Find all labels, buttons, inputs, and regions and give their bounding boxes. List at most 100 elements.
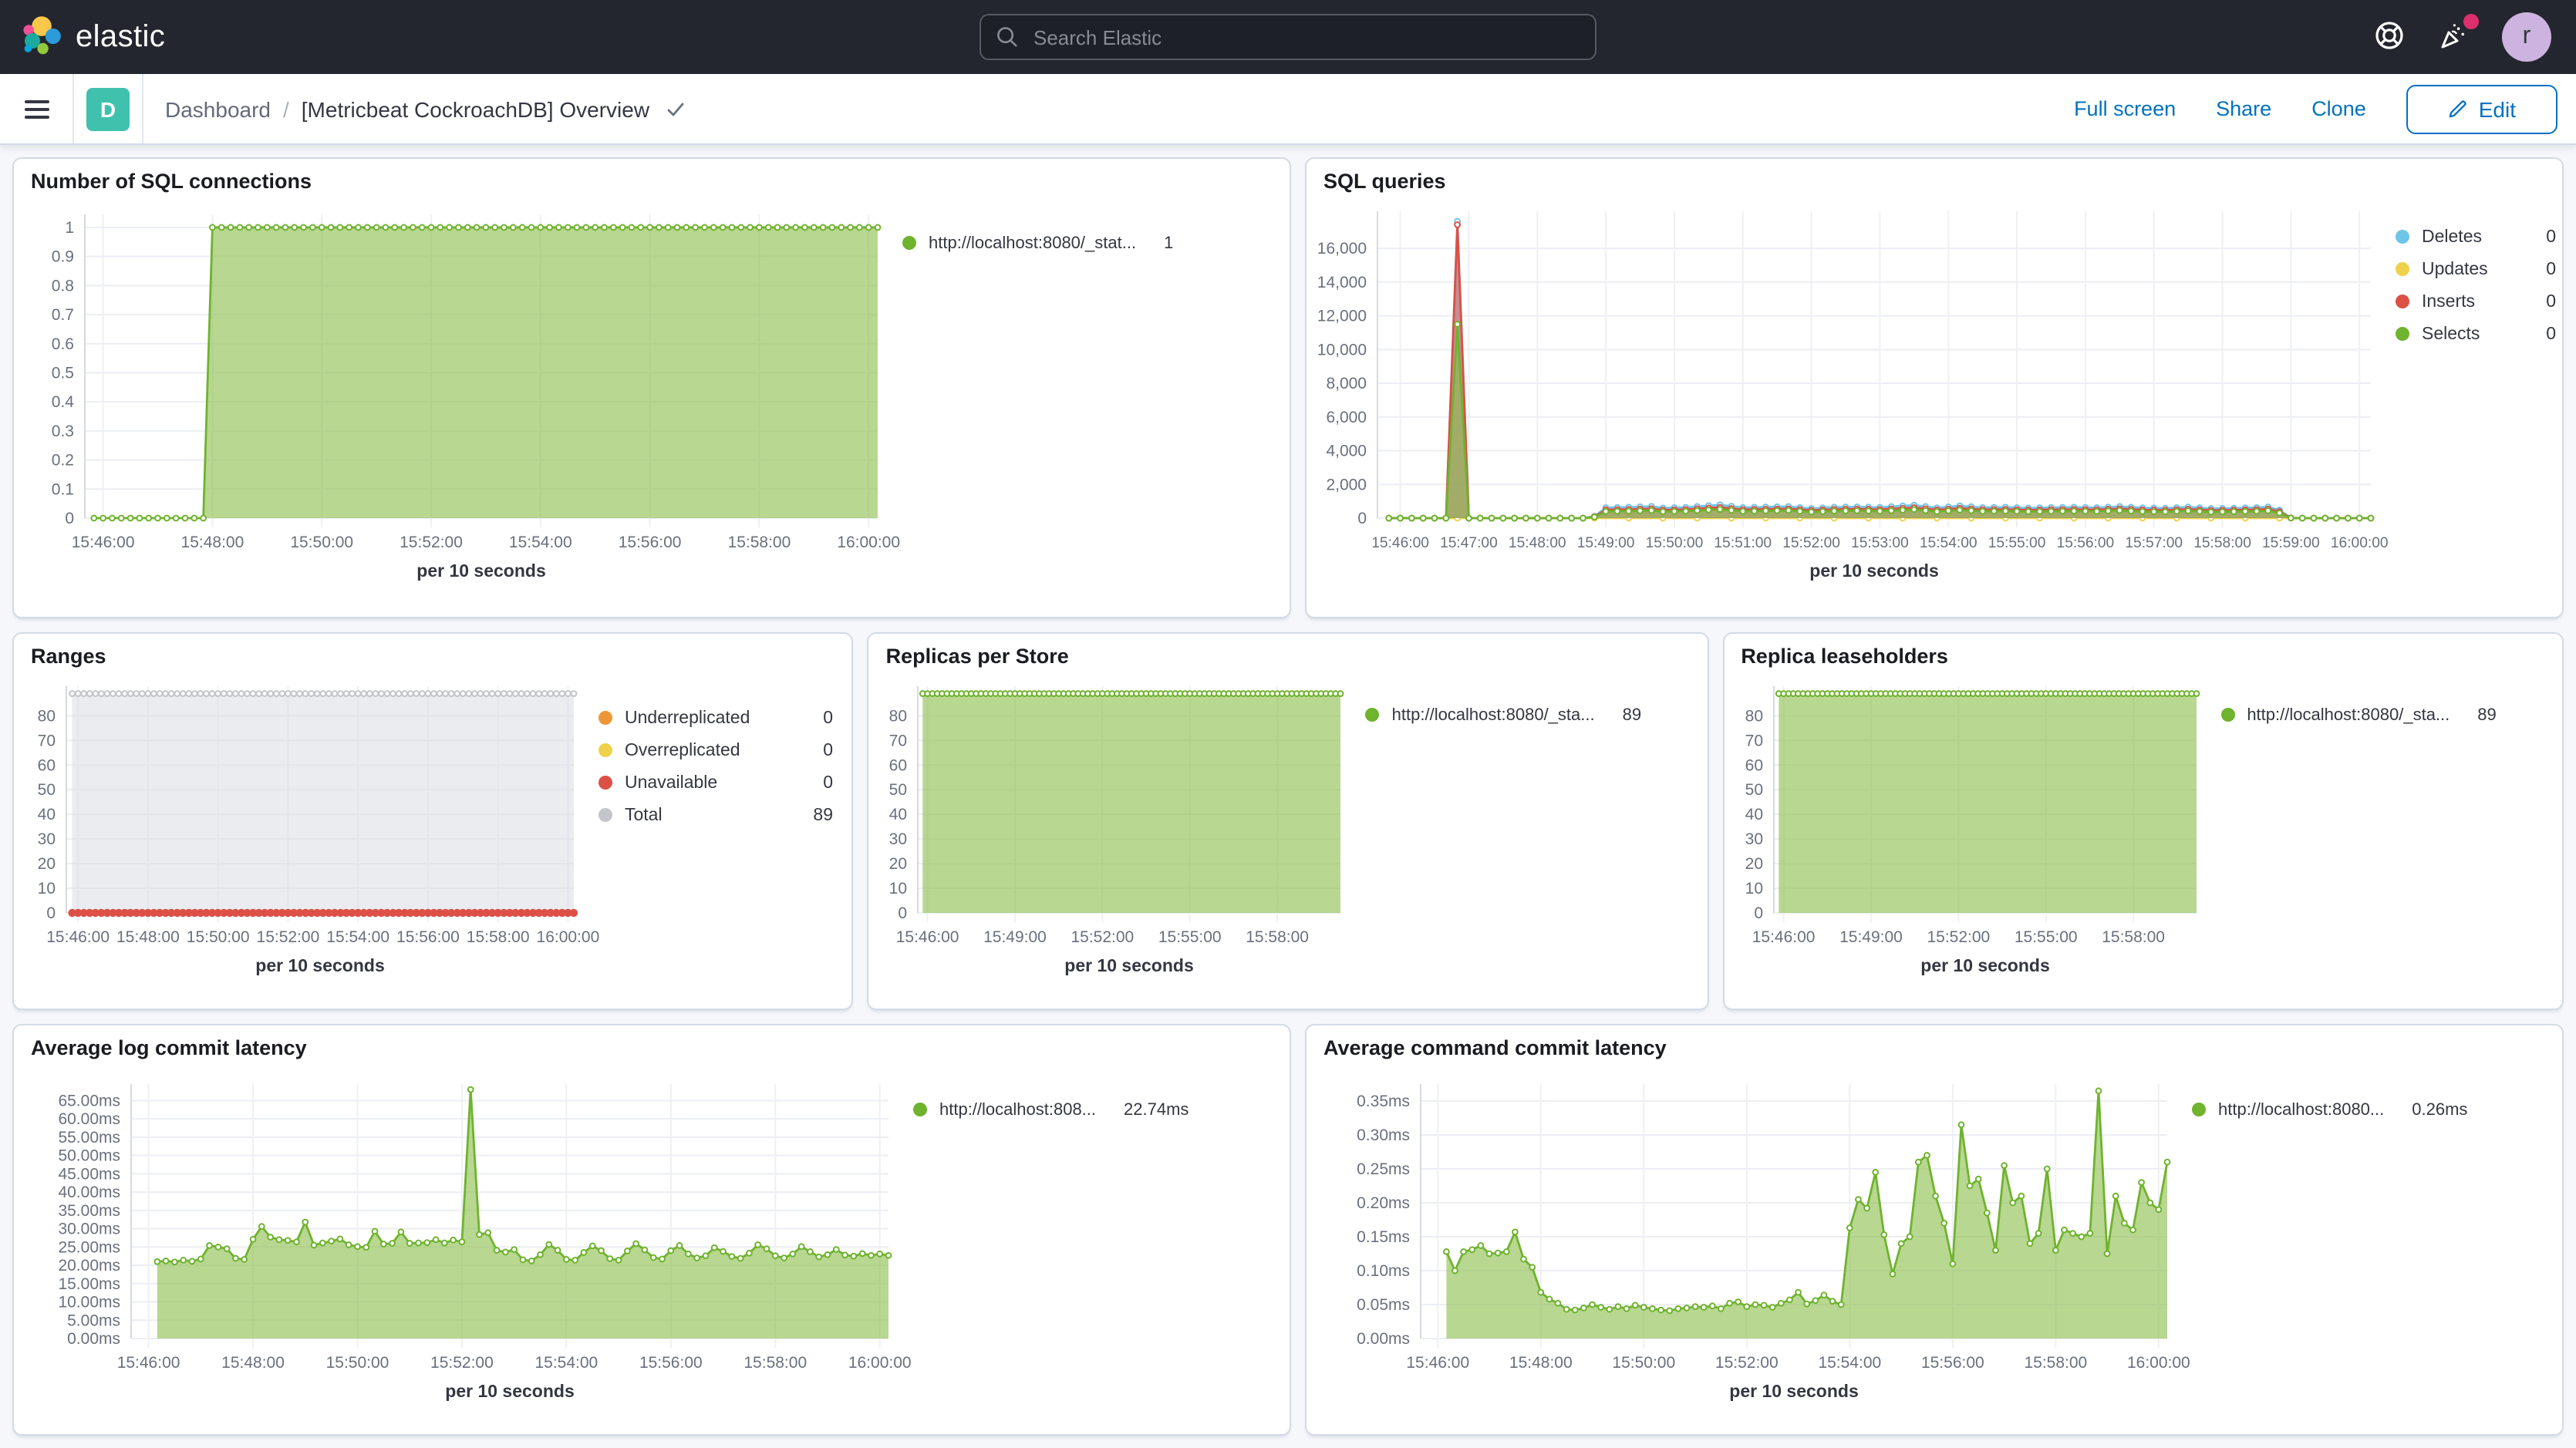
svg-text:0: 0 <box>1754 904 1763 922</box>
svg-text:35.00ms: 35.00ms <box>58 1202 120 1220</box>
svg-text:0.9: 0.9 <box>52 248 74 266</box>
chart-sql-connections[interactable]: 00.10.20.30.40.50.60.70.80.9115:46:0015:… <box>14 159 1290 617</box>
svg-text:16:00:00: 16:00:00 <box>848 1354 912 1372</box>
svg-text:30.00ms: 30.00ms <box>58 1221 120 1238</box>
svg-text:15:58:00: 15:58:00 <box>728 534 791 551</box>
breadcrumb-dashboard-link[interactable]: Dashboard <box>165 96 271 121</box>
svg-text:10: 10 <box>38 880 56 897</box>
svg-text:15:46:00: 15:46:00 <box>1752 928 1815 946</box>
panel-ranges: Ranges 0102030405060708015:46:0015:48:00… <box>12 632 854 1010</box>
breadcrumb-current-title[interactable]: [Metricbeat CockroachDB] Overview <box>302 96 649 121</box>
svg-text:0.10ms: 0.10ms <box>1357 1262 1410 1280</box>
legend-item[interactable]: Unavailable0 <box>598 766 833 799</box>
full-screen-link[interactable]: Full screen <box>2074 97 2176 120</box>
elastic-home-link[interactable]: elastic <box>0 15 187 59</box>
menu-button[interactable] <box>0 74 74 143</box>
app-badge-wrap: D <box>74 74 143 143</box>
svg-text:15:52:00: 15:52:00 <box>400 534 463 551</box>
chart-avg-log-commit-latency[interactable]: 0.00ms5.00ms10.00ms15.00ms20.00ms25.00ms… <box>14 1025 1290 1434</box>
legend-item[interactable]: http://localhost:8080...0.26ms <box>2192 1093 2467 1126</box>
x-axis-label: per 10 seconds <box>1729 1381 1858 1401</box>
svg-text:15:54:00: 15:54:00 <box>1920 535 1978 551</box>
svg-text:15:48:00: 15:48:00 <box>221 1354 285 1372</box>
chart-legend: http://localhost:8080/_sta...89 <box>2220 699 2496 731</box>
share-link[interactable]: Share <box>2216 97 2271 120</box>
svg-text:20: 20 <box>1745 855 1762 873</box>
svg-text:15:58:00: 15:58:00 <box>1246 928 1310 946</box>
svg-text:30: 30 <box>889 830 907 848</box>
svg-text:15:46:00: 15:46:00 <box>72 534 135 551</box>
chart-replica-leaseholders[interactable]: 0102030405060708015:46:0015:49:0015:52:0… <box>1724 634 2562 1009</box>
svg-text:0.30ms: 0.30ms <box>1357 1126 1410 1144</box>
legend-item[interactable]: Selects0 <box>2396 318 2556 350</box>
svg-text:1: 1 <box>65 219 74 237</box>
svg-text:15:47:00: 15:47:00 <box>1440 535 1498 551</box>
legend-item[interactable]: http://localhost:8080/_sta...89 <box>2220 699 2496 731</box>
svg-text:50.00ms: 50.00ms <box>58 1147 120 1165</box>
legend-value: 22.74ms <box>1124 1100 1189 1119</box>
svg-text:15:48:00: 15:48:00 <box>1509 535 1566 551</box>
legend-item[interactable]: http://localhost:8080/_sta...89 <box>1366 699 1641 731</box>
svg-text:50: 50 <box>1745 781 1762 799</box>
svg-text:0.4: 0.4 <box>52 393 75 411</box>
svg-text:15:48:00: 15:48:00 <box>116 928 180 946</box>
svg-text:40: 40 <box>1745 806 1762 823</box>
legend-label: http://localhost:8080/_stat... <box>929 234 1136 252</box>
series-markers <box>69 691 576 696</box>
user-avatar[interactable]: r <box>2502 12 2551 62</box>
legend-item[interactable]: Underreplicated0 <box>598 702 833 734</box>
dashboard-app-badge[interactable]: D <box>86 87 130 130</box>
legend-item[interactable]: Total89 <box>598 799 833 831</box>
legend-item[interactable]: Overreplicated0 <box>598 734 833 766</box>
svg-text:50: 50 <box>889 781 907 799</box>
legend-item[interactable]: Inserts0 <box>2396 285 2556 318</box>
legend-color-dot <box>598 808 612 822</box>
svg-text:15:52:00: 15:52:00 <box>430 1354 494 1372</box>
legend-item[interactable]: Updates0 <box>2396 253 2556 285</box>
legend-label: http://localhost:8080... <box>2218 1100 2384 1119</box>
svg-text:15:46:00: 15:46:00 <box>1371 535 1429 551</box>
chart-avg-command-commit-latency[interactable]: 0.00ms0.05ms0.10ms0.15ms0.20ms0.25ms0.30… <box>1307 1025 2562 1434</box>
svg-text:0.7: 0.7 <box>52 306 74 324</box>
search-icon <box>996 26 1018 48</box>
search-input[interactable] <box>1030 24 1580 50</box>
check-icon[interactable] <box>665 98 686 120</box>
legend-label: Unavailable <box>625 773 811 792</box>
svg-text:15:46:00: 15:46:00 <box>46 928 110 946</box>
clone-link[interactable]: Clone <box>2311 97 2366 120</box>
legend-item[interactable]: http://localhost:8080/_stat...1 <box>902 227 1173 259</box>
legend-value: 89 <box>813 806 833 824</box>
legend-item[interactable]: Deletes0 <box>2396 221 2556 253</box>
svg-text:15:55:00: 15:55:00 <box>1159 928 1222 946</box>
chart-replicas-per-store[interactable]: 0102030405060708015:46:0015:49:0015:52:0… <box>869 634 1708 1009</box>
legend-label: http://localhost:8080/_sta... <box>2247 705 2450 724</box>
edit-button-label: Edit <box>2479 96 2516 121</box>
legend-color-dot <box>2192 1103 2206 1116</box>
chart-sql-queries[interactable]: 02,0004,0006,0008,00010,00012,00014,0001… <box>1307 159 2562 617</box>
help-button[interactable] <box>2372 20 2406 54</box>
svg-text:15:56:00: 15:56:00 <box>2057 535 2115 551</box>
chart-legend: http://localhost:808...22.74ms <box>913 1093 1189 1126</box>
legend-label: Updates <box>2422 260 2534 278</box>
legend-label: Inserts <box>2422 292 2534 311</box>
edit-button[interactable]: Edit <box>2406 84 2557 133</box>
series <box>1444 1088 2170 1339</box>
legend-item[interactable]: http://localhost:808...22.74ms <box>913 1093 1189 1126</box>
svg-text:15:50:00: 15:50:00 <box>187 928 250 946</box>
pencil-icon <box>2448 99 2468 119</box>
svg-text:16:00:00: 16:00:00 <box>837 534 900 551</box>
svg-text:15:59:00: 15:59:00 <box>2262 535 2320 551</box>
newsfeed-button[interactable] <box>2437 20 2471 54</box>
svg-text:15:48:00: 15:48:00 <box>1509 1354 1573 1372</box>
svg-text:0: 0 <box>46 904 56 922</box>
svg-text:15:53:00: 15:53:00 <box>1851 535 1909 551</box>
svg-text:15:50:00: 15:50:00 <box>326 1354 389 1372</box>
chart-ranges[interactable]: 0102030405060708015:46:0015:48:0015:50:0… <box>14 634 852 1009</box>
svg-text:15:57:00: 15:57:00 <box>2125 535 2183 551</box>
global-search[interactable] <box>979 14 1597 60</box>
svg-text:15:58:00: 15:58:00 <box>467 928 530 946</box>
x-axis-label: per 10 seconds <box>255 955 384 975</box>
chart-canvas: 0102030405060708015:46:0015:49:0015:52:0… <box>1724 634 2561 1009</box>
svg-text:4,000: 4,000 <box>1326 443 1367 460</box>
svg-text:20: 20 <box>38 855 56 873</box>
